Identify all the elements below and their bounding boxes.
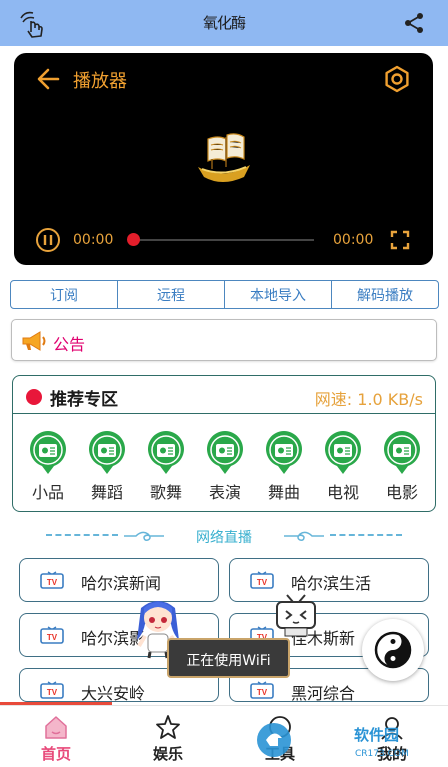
- svg-text:TV: TV: [47, 578, 58, 587]
- category-label: 表演: [208, 483, 241, 502]
- floating-action-button[interactable]: [362, 619, 424, 681]
- seek-knob[interactable]: [127, 233, 140, 246]
- radio-icon: [207, 431, 243, 474]
- category-label: 舞曲: [267, 483, 300, 502]
- tv-icon: TV: [40, 681, 64, 699]
- category-item[interactable]: 表演: [199, 431, 251, 503]
- total-time: 00:00: [333, 232, 374, 248]
- pause-button[interactable]: [35, 227, 61, 253]
- announcement-bar[interactable]: 公告: [11, 319, 437, 361]
- category-label: 电视: [326, 483, 359, 502]
- nav-entertainment[interactable]: 娱乐: [112, 706, 224, 767]
- category-item[interactable]: 电视: [317, 431, 369, 503]
- share-icon[interactable]: [402, 11, 426, 35]
- category-label: 电影: [385, 483, 418, 502]
- boat-logo-icon: [198, 133, 250, 182]
- announcement-label: 公告: [53, 335, 86, 354]
- category-item[interactable]: 舞曲: [258, 431, 310, 503]
- star-icon: [156, 715, 180, 739]
- category-list: 小品 舞蹈 歌舞 表演 舞曲 电视 电影: [13, 431, 435, 503]
- top-bar: 氧化酶: [0, 0, 448, 46]
- ornament-icon: [284, 531, 324, 541]
- settings-icon[interactable]: [383, 65, 411, 93]
- megaphone-icon: [22, 331, 46, 351]
- category-item[interactable]: 电影: [376, 431, 428, 503]
- channel-label: 大兴安岭: [81, 684, 146, 702]
- back-arrow-icon[interactable]: [36, 66, 62, 92]
- current-time: 00:00: [73, 232, 114, 248]
- app-title: 氧化酶: [202, 14, 246, 32]
- radio-icon: [266, 431, 302, 474]
- tab-decode-play[interactable]: 解码播放: [331, 280, 439, 309]
- channel-button[interactable]: TV 哈尔滨生活: [229, 558, 429, 602]
- site-watermark-logo: 西西 软件园 CR173.COM: [257, 723, 409, 759]
- category-label: 小品: [31, 483, 64, 502]
- channel-label: 哈尔滨生活: [291, 574, 372, 593]
- radio-icon: [148, 431, 184, 474]
- tab-local-import[interactable]: 本地导入: [224, 280, 332, 309]
- wifi-toast: 正在使用WiFi: [167, 638, 290, 678]
- svg-text:软件园: 软件园: [354, 726, 399, 744]
- svg-text:TV: TV: [257, 688, 268, 697]
- category-item[interactable]: 小品: [22, 431, 74, 503]
- player-title: 播放器: [73, 71, 127, 92]
- radio-icon: [384, 431, 420, 474]
- svg-text:TV: TV: [47, 633, 58, 642]
- channel-label: 黑河综合: [291, 684, 356, 702]
- network-speed: 网速: 1.0 KB/s: [314, 390, 423, 409]
- toast-text: 正在使用WiFi: [186, 653, 271, 669]
- live-section-title: 网络直播: [196, 530, 252, 546]
- tv-icon: TV: [40, 571, 64, 589]
- category-item[interactable]: 舞蹈: [81, 431, 133, 503]
- tv-robot-mascot: [276, 594, 316, 637]
- recommend-title: 推荐专区: [50, 390, 118, 410]
- svg-text:CR173.COM: CR173.COM: [355, 749, 409, 759]
- live-section-header: 网络直播: [0, 524, 448, 548]
- fullscreen-icon[interactable]: [390, 230, 410, 250]
- category-item[interactable]: 歌舞: [140, 431, 192, 503]
- nav-label: 首页: [40, 745, 71, 763]
- category-label: 歌舞: [149, 483, 182, 502]
- radio-icon: [30, 431, 67, 474]
- source-tabs: 订阅 远程 本地导入 解码播放: [10, 280, 439, 309]
- tv-icon: TV: [250, 571, 274, 589]
- seek-bar[interactable]: [132, 239, 314, 241]
- red-dot-icon: [26, 389, 42, 405]
- divider: [13, 413, 435, 414]
- channel-label: 哈尔滨新闻: [81, 574, 162, 593]
- svg-text:TV: TV: [257, 578, 268, 587]
- category-label: 舞蹈: [90, 483, 123, 502]
- svg-text:TV: TV: [47, 688, 58, 697]
- radio-icon: [89, 431, 125, 474]
- tab-remote[interactable]: 远程: [117, 280, 225, 309]
- radio-icon: [325, 431, 361, 474]
- tab-subscribe[interactable]: 订阅: [10, 280, 118, 309]
- yin-yang-icon: [374, 631, 412, 669]
- divider: [330, 534, 402, 537]
- nav-home[interactable]: 首页: [0, 706, 112, 767]
- video-player[interactable]: 播放器 00:00 00:00: [14, 53, 433, 265]
- nav-label: 娱乐: [152, 745, 183, 763]
- home-icon: [45, 716, 67, 739]
- tv-icon: TV: [40, 626, 64, 644]
- svg-text:西西: 西西: [298, 728, 346, 756]
- tv-icon: TV: [250, 681, 274, 699]
- recommend-panel: 推荐专区 网速: 1.0 KB/s 小品 舞蹈 歌舞 表演 舞曲 电视 电影: [12, 375, 436, 512]
- channel-button[interactable]: TV 哈尔滨新闻: [19, 558, 219, 602]
